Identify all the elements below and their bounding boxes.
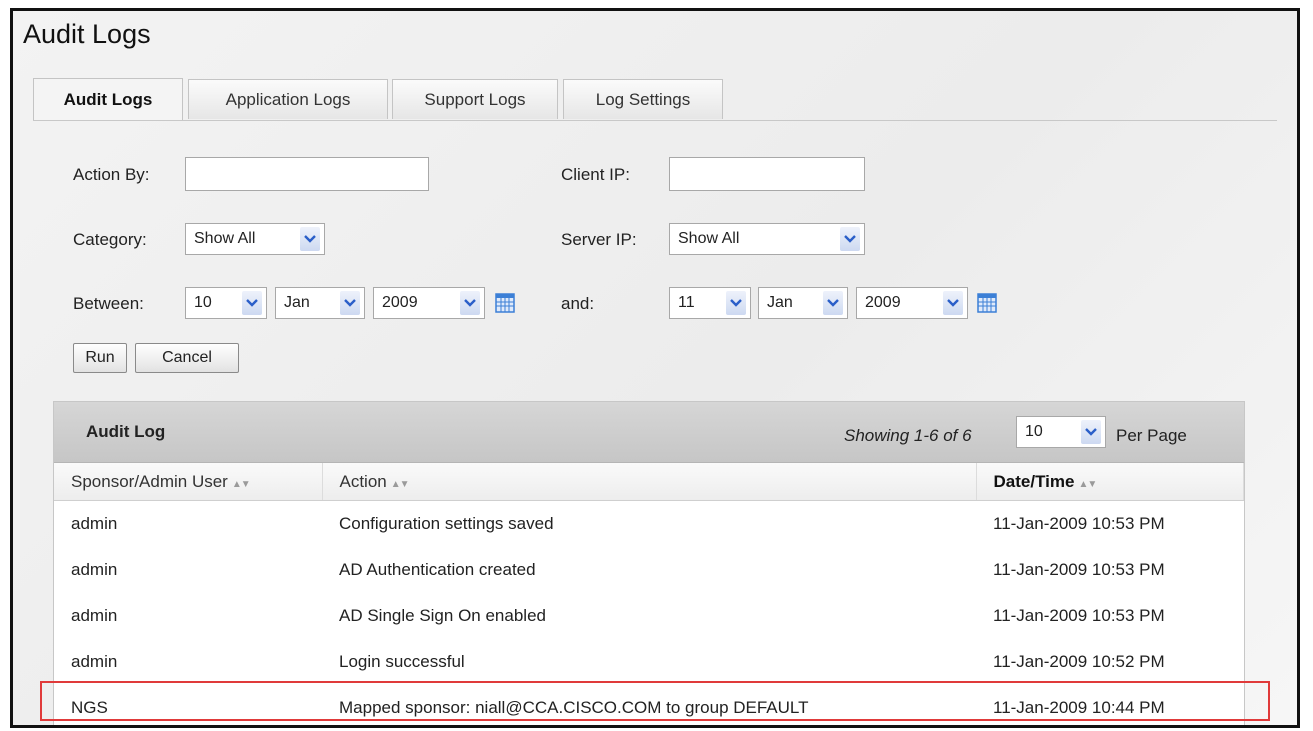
cancel-button[interactable]: Cancel bbox=[135, 343, 239, 373]
tab-application-logs[interactable]: Application Logs bbox=[188, 79, 388, 119]
and-month-value: Jan bbox=[767, 294, 793, 311]
tab-audit-logs[interactable]: Audit Logs bbox=[33, 78, 183, 120]
tab-label: Support Logs bbox=[424, 89, 526, 109]
calendar-icon[interactable] bbox=[977, 293, 997, 313]
column-header-user[interactable]: Sponsor/Admin User ▲▼ bbox=[54, 463, 323, 501]
audit-logs-window: Audit Logs Audit Logs Application Logs S… bbox=[10, 8, 1300, 728]
tab-support-logs[interactable]: Support Logs bbox=[392, 79, 558, 119]
chevron-down-icon bbox=[460, 291, 480, 315]
per-page-label: Per Page bbox=[1116, 426, 1187, 445]
column-header-action[interactable]: Action ▲▼ bbox=[322, 463, 977, 501]
and-year-select[interactable]: 2009 bbox=[856, 287, 968, 319]
tab-label: Application Logs bbox=[225, 89, 351, 109]
between-year-value: 2009 bbox=[382, 294, 418, 311]
and-day-select[interactable]: 11 bbox=[669, 287, 751, 319]
and-label: and: bbox=[561, 294, 595, 313]
category-label: Category: bbox=[73, 230, 147, 249]
sort-icon: ▲▼ bbox=[390, 478, 410, 490]
cell-datetime: 11-Jan-2009 10:52 PM bbox=[993, 652, 1165, 671]
column-header-datetime[interactable]: Date/Time ▲▼ bbox=[976, 463, 1244, 501]
cell-datetime: 11-Jan-2009 10:53 PM bbox=[993, 606, 1165, 625]
category-select[interactable]: Show All bbox=[185, 223, 325, 255]
table-row: admin AD Single Sign On enabled 11-Jan-2… bbox=[54, 593, 1244, 639]
sort-icon: ▲▼ bbox=[1078, 478, 1097, 490]
panel-header: Audit Log Showing 1-6 of 6 10 Per Page bbox=[54, 402, 1244, 463]
audit-log-panel: Audit Log Showing 1-6 of 6 10 Per Page S… bbox=[53, 401, 1245, 725]
chevron-down-icon bbox=[943, 291, 963, 315]
panel-title: Audit Log bbox=[86, 422, 166, 441]
cell-datetime: 11-Jan-2009 10:53 PM bbox=[993, 514, 1165, 533]
between-month-value: Jan bbox=[284, 294, 310, 311]
server-ip-label: Server IP: bbox=[561, 230, 637, 249]
cell-user: admin bbox=[71, 652, 118, 671]
run-button[interactable]: Run bbox=[73, 343, 127, 373]
table-row: admin Login successful 11-Jan-2009 10:52… bbox=[54, 639, 1244, 685]
chevron-down-icon bbox=[340, 291, 360, 315]
cell-user: admin bbox=[71, 560, 118, 579]
chevron-down-icon bbox=[242, 291, 262, 315]
tab-label: Audit Logs bbox=[63, 89, 153, 109]
between-label: Between: bbox=[73, 294, 144, 313]
between-day-select[interactable]: 10 bbox=[185, 287, 267, 319]
cell-action: Configuration settings saved bbox=[339, 514, 554, 533]
cell-user: admin bbox=[71, 606, 118, 625]
tab-bar: Audit Logs Application Logs Support Logs… bbox=[33, 75, 1277, 121]
table-row: admin Configuration settings saved 11-Ja… bbox=[54, 501, 1244, 548]
cell-action: Login successful bbox=[339, 652, 465, 671]
chevron-down-icon bbox=[1081, 420, 1101, 444]
chevron-down-icon bbox=[726, 291, 746, 315]
column-label: Action bbox=[339, 471, 387, 491]
between-day-value: 10 bbox=[194, 294, 212, 311]
cell-datetime: 11-Jan-2009 10:44 PM bbox=[993, 698, 1165, 717]
showing-count: Showing 1-6 of 6 bbox=[844, 426, 972, 445]
cell-user: admin bbox=[71, 514, 118, 533]
table-row: NGS Mapped sponsor: niall@CCA.CISCO.COM … bbox=[54, 685, 1244, 725]
sort-icon: ▲▼ bbox=[231, 478, 251, 490]
per-page-value: 10 bbox=[1025, 423, 1043, 440]
cell-action: Mapped sponsor: niall@CCA.CISCO.COM to g… bbox=[339, 698, 809, 717]
between-year-select[interactable]: 2009 bbox=[373, 287, 485, 319]
and-day-value: 11 bbox=[678, 294, 695, 311]
and-month-select[interactable]: Jan bbox=[758, 287, 848, 319]
tab-label: Log Settings bbox=[595, 89, 691, 109]
and-year-value: 2009 bbox=[865, 294, 901, 311]
cell-action: AD Authentication created bbox=[339, 560, 536, 579]
chevron-down-icon bbox=[840, 227, 860, 251]
page-title: Audit Logs bbox=[23, 19, 151, 49]
server-ip-select[interactable]: Show All bbox=[669, 223, 865, 255]
cell-user: NGS bbox=[71, 698, 108, 717]
per-page-select[interactable]: 10 bbox=[1016, 416, 1106, 448]
chevron-down-icon bbox=[823, 291, 843, 315]
column-label: Date/Time bbox=[993, 471, 1075, 491]
chevron-down-icon bbox=[300, 227, 320, 251]
audit-log-table: Sponsor/Admin User ▲▼ Action ▲▼ Date/Time ▲… bbox=[54, 463, 1244, 725]
category-value: Show All bbox=[194, 230, 256, 247]
table-header-row: Sponsor/Admin User ▲▼ Action ▲▼ Date/Time ▲… bbox=[54, 463, 1244, 501]
action-by-label: Action By: bbox=[73, 165, 150, 184]
between-month-select[interactable]: Jan bbox=[275, 287, 365, 319]
client-ip-label: Client IP: bbox=[561, 165, 630, 184]
cell-action: AD Single Sign On enabled bbox=[339, 606, 546, 625]
column-label: Sponsor/Admin User bbox=[71, 471, 228, 491]
server-ip-value: Show All bbox=[678, 230, 740, 247]
calendar-icon[interactable] bbox=[495, 293, 515, 313]
table-row: admin AD Authentication created 11-Jan-2… bbox=[54, 547, 1244, 593]
client-ip-input[interactable] bbox=[669, 157, 865, 191]
cell-datetime: 11-Jan-2009 10:53 PM bbox=[993, 560, 1165, 579]
tab-log-settings[interactable]: Log Settings bbox=[563, 79, 723, 119]
action-by-input[interactable] bbox=[185, 157, 429, 191]
